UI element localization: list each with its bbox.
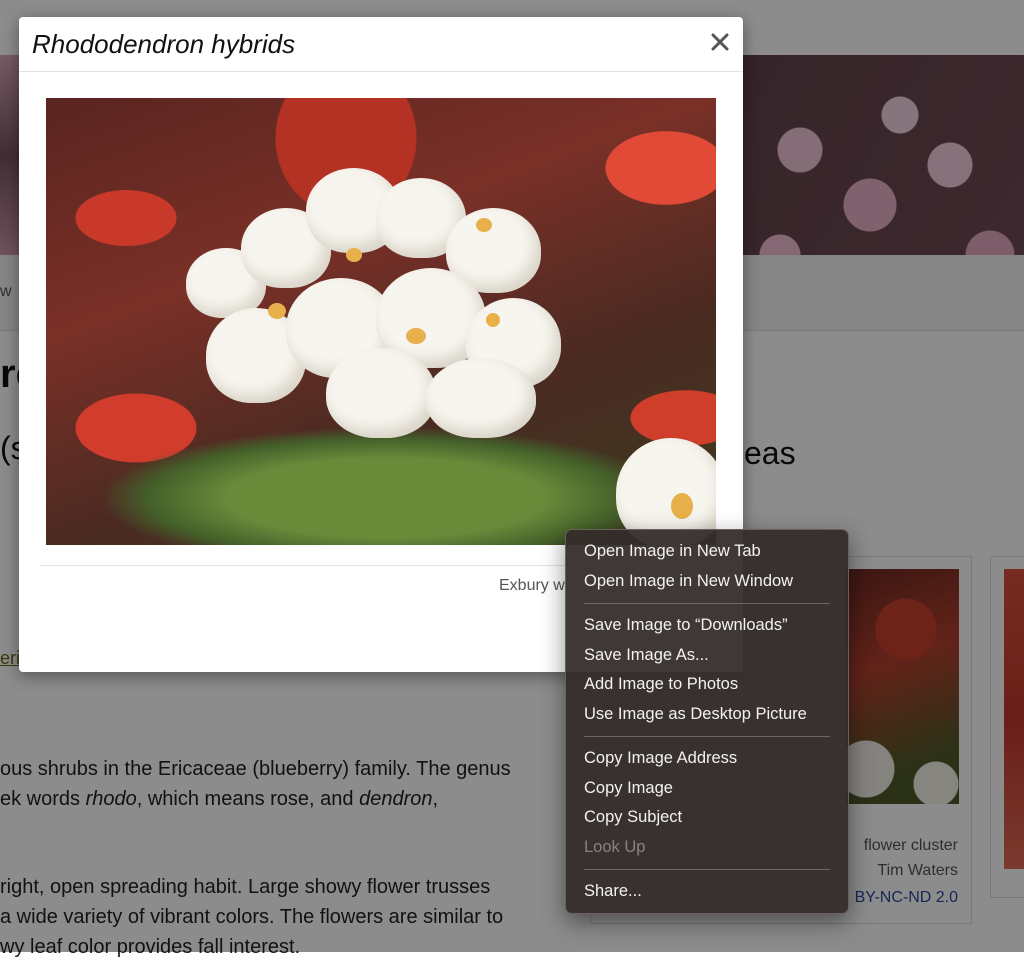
menu-item-open-image-new-tab[interactable]: Open Image in New Tab [584, 542, 761, 561]
menu-separator [584, 603, 830, 604]
menu-item-use-image-desktop-picture[interactable]: Use Image as Desktop Picture [584, 705, 807, 724]
modal-title: Rhododendron hybrids [32, 29, 296, 59]
menu-item-copy-subject[interactable]: Copy Subject [584, 808, 682, 827]
menu-item-look-up: Look Up [584, 838, 646, 856]
modal-image[interactable] [46, 98, 716, 545]
menu-item-open-image-new-window[interactable]: Open Image in New Window [584, 572, 793, 591]
image-petal [426, 358, 536, 438]
image-petal-eye [486, 313, 500, 327]
modal-header: Rhododendron hybrids [19, 17, 743, 72]
image-petal-eye [268, 303, 286, 319]
menu-item-add-image-to-photos[interactable]: Add Image to Photos [584, 675, 738, 694]
image-foliage [106, 428, 666, 545]
image-petal [326, 348, 436, 438]
modal-close-button[interactable] [707, 29, 733, 55]
image-petal-eye [671, 493, 693, 519]
modal-caption: Exbury w [499, 577, 565, 594]
menu-item-save-image-downloads[interactable]: Save Image to “Downloads” [584, 616, 788, 635]
menu-item-share[interactable]: Share... [584, 882, 642, 901]
menu-separator [584, 736, 830, 737]
image-petal-eye [406, 328, 426, 344]
image-petal-eye [346, 248, 362, 262]
menu-item-save-image-as[interactable]: Save Image As... [584, 646, 709, 665]
image-context-menu: Open Image in New Tab Open Image in New … [565, 529, 849, 914]
menu-item-copy-image-address[interactable]: Copy Image Address [584, 749, 737, 768]
close-icon [711, 33, 729, 51]
menu-separator [584, 869, 830, 870]
menu-item-copy-image[interactable]: Copy Image [584, 779, 673, 798]
image-petal-eye [476, 218, 492, 232]
